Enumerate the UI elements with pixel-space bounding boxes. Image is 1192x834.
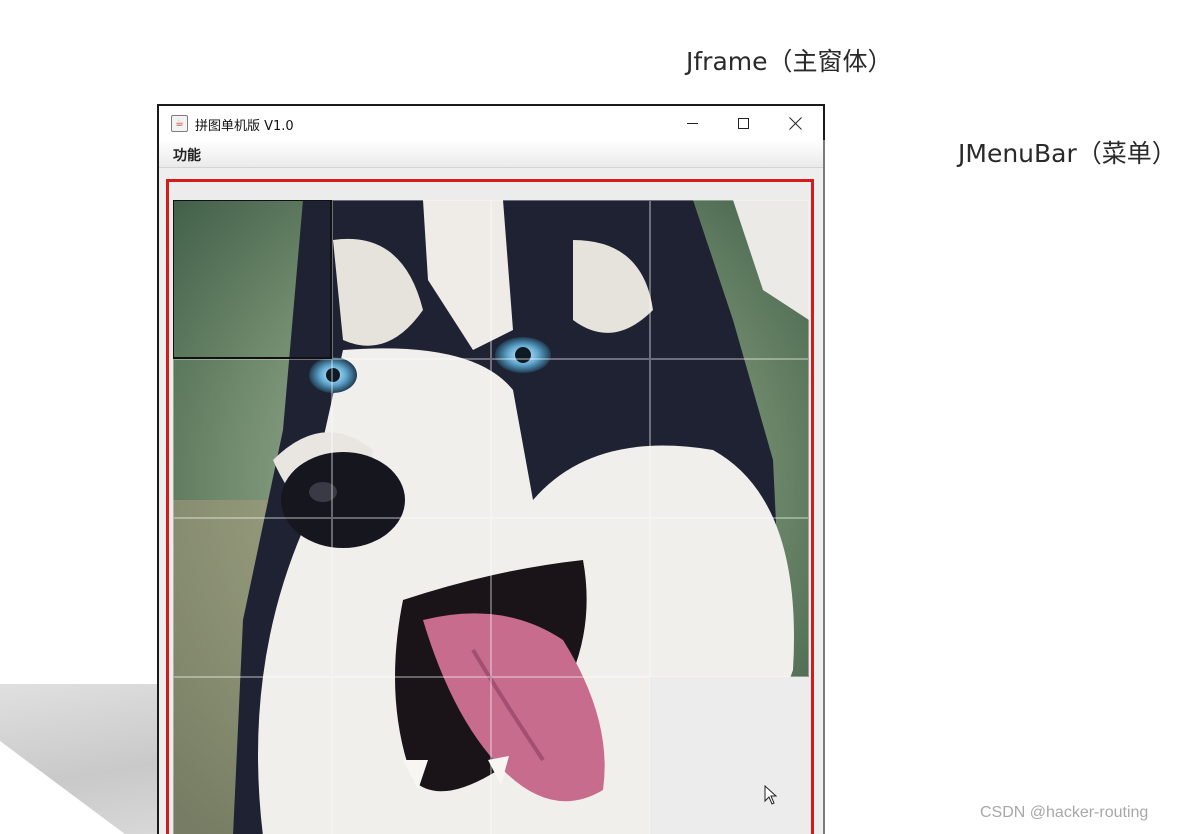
jmenubar-annotation-label: JMenuBar（菜单）	[958, 139, 1177, 168]
husky-image-slice	[173, 518, 332, 677]
close-icon	[789, 117, 802, 130]
puzzle-tile-empty[interactable]	[650, 677, 809, 834]
husky-image-slice	[173, 677, 332, 834]
puzzle-tile[interactable]	[650, 200, 809, 359]
puzzle-tile[interactable]	[332, 359, 491, 518]
maximize-icon	[737, 117, 749, 129]
puzzle-tile[interactable]	[173, 359, 332, 518]
puzzle-tile[interactable]	[173, 677, 332, 834]
menu-bar: 功能	[159, 140, 823, 168]
mouse-cursor-icon	[764, 785, 778, 805]
husky-image-slice	[491, 359, 650, 518]
close-button[interactable]	[770, 106, 820, 140]
puzzle-tile[interactable]	[491, 359, 650, 518]
puzzle-tile[interactable]	[332, 200, 491, 359]
puzzle-tile[interactable]	[332, 518, 491, 677]
husky-image-slice	[650, 518, 809, 677]
java-cup-icon: ☕	[171, 115, 188, 132]
puzzle-tile[interactable]	[491, 677, 650, 834]
husky-image-slice	[650, 359, 809, 518]
background-shadow	[0, 684, 160, 834]
puzzle-game-window: ☕ 拼图单机版 V1.0 功能	[157, 104, 825, 834]
husky-image-slice	[332, 518, 491, 677]
husky-image-slice	[173, 359, 332, 518]
husky-image-slice	[332, 677, 491, 834]
puzzle-board	[173, 200, 813, 834]
husky-image-slice	[332, 200, 491, 359]
content-pane	[166, 179, 814, 834]
minimize-icon	[686, 122, 698, 124]
csdn-watermark: CSDN @hacker-routing	[980, 804, 1149, 821]
puzzle-tile[interactable]	[491, 200, 650, 359]
puzzle-tile[interactable]	[173, 518, 332, 677]
husky-image-slice	[332, 359, 491, 518]
screenshot-stage: Jframe（主窗体） JMenuBar（菜单） ☕ 拼图单机版 V1.0 功能…	[0, 0, 1192, 834]
window-right-border	[823, 140, 825, 834]
menu-function[interactable]: 功能	[171, 145, 203, 165]
husky-image-slice	[173, 200, 332, 359]
jframe-annotation-label: Jframe（主窗体）	[686, 47, 893, 76]
husky-image-slice	[491, 677, 650, 834]
puzzle-tile[interactable]	[173, 200, 332, 359]
puzzle-tile[interactable]	[491, 518, 650, 677]
window-titlebar[interactable]: ☕ 拼图单机版 V1.0	[159, 106, 823, 140]
husky-image-slice	[650, 200, 809, 359]
puzzle-tile[interactable]	[332, 677, 491, 834]
husky-image-slice	[491, 518, 650, 677]
puzzle-tile[interactable]	[650, 359, 809, 518]
puzzle-tile[interactable]	[650, 518, 809, 677]
maximize-button[interactable]	[718, 106, 768, 140]
minimize-button[interactable]	[667, 106, 717, 140]
window-title: 拼图单机版 V1.0	[195, 119, 294, 134]
husky-image-slice	[491, 200, 650, 359]
